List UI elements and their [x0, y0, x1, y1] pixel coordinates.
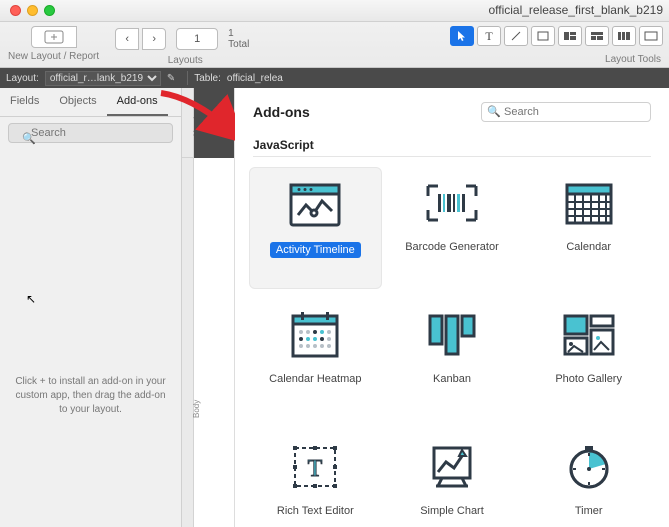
tab-objects[interactable]: Objects [49, 88, 106, 116]
addon-card-timer[interactable]: Timer [522, 431, 655, 527]
addon-label: Calendar [566, 241, 611, 253]
barcode-icon [424, 182, 480, 224]
shape-tool-button[interactable] [531, 26, 555, 46]
layout-a-button[interactable] [558, 26, 582, 46]
page-number-field[interactable]: 1 [176, 28, 218, 50]
addon-label: Photo Gallery [555, 373, 622, 385]
rich-text-icon: T [289, 442, 341, 492]
window-maximize-button[interactable] [44, 5, 55, 16]
layout-b-icon [590, 31, 604, 41]
layout-c-icon [617, 31, 631, 41]
inspector-panel: Fields Objects Add-ons 🔍 Click + to inst… [0, 88, 182, 527]
rect-icon [537, 31, 549, 41]
layout-b-button[interactable] [585, 26, 609, 46]
addons-empty-hint: Click + to install an add-on in your cus… [10, 375, 171, 417]
layout-d-icon [644, 31, 658, 41]
table-name: official_relea [227, 73, 283, 84]
pointer-icon [457, 30, 467, 42]
main-toolbar: New Layout / Report ‹ › 1 1 Total Layout… [0, 22, 669, 68]
body-part-label: Body [182, 158, 194, 527]
edit-layout-icon[interactable]: ✎ [167, 73, 175, 84]
header-part-label: Header [182, 88, 194, 158]
addon-card-activity-timeline[interactable]: Activity Timeline [249, 167, 382, 289]
search-icon: 🔍 [487, 105, 501, 118]
line-icon [510, 30, 522, 42]
page-total-label: Total [228, 39, 249, 50]
addon-label: Calendar Heatmap [269, 373, 361, 385]
text-icon: T [485, 29, 492, 44]
addon-label: Simple Chart [420, 505, 484, 517]
new-layout-label: New Layout / Report [8, 51, 99, 62]
svg-text:T: T [308, 456, 323, 482]
table-label: Table: [194, 73, 221, 84]
activity-timeline-icon [288, 179, 342, 229]
window-titlebar: official_release_first_blank_b219 [0, 0, 669, 22]
layout-info-bar: Layout: official_r…lank_b219 ✎ Table: of… [0, 68, 669, 88]
page-total: 1 Total [222, 26, 255, 52]
timer-icon [564, 442, 614, 492]
text-tool-button[interactable]: T [477, 26, 501, 46]
nav-prev-button[interactable]: ‹ [115, 28, 139, 50]
layout-d-button[interactable] [639, 26, 663, 46]
addon-label: Barcode Generator [405, 241, 499, 253]
addon-card-calendar-heatmap[interactable]: Calendar Heatmap [249, 299, 382, 421]
layout-tools-group: T [450, 26, 663, 46]
addons-search-input[interactable] [481, 102, 651, 122]
addon-label: Timer [575, 505, 603, 517]
simple-chart-icon [426, 442, 478, 492]
addon-card-rich-text-editor[interactable]: T Rich Text Editor [249, 431, 382, 527]
divider [187, 71, 188, 85]
layout-a-icon [563, 31, 577, 41]
calendar-heatmap-icon [289, 310, 341, 360]
window-minimize-button[interactable] [27, 5, 38, 16]
addon-card-simple-chart[interactable]: Simple Chart [386, 431, 519, 527]
header-part-area[interactable] [194, 88, 234, 158]
photo-gallery-icon [561, 312, 617, 358]
layout-c-button[interactable] [612, 26, 636, 46]
new-layout-button[interactable] [31, 26, 77, 48]
tab-addons[interactable]: Add-ons [107, 88, 168, 116]
layout-label: Layout: [6, 73, 39, 84]
kanban-icon [426, 312, 478, 358]
window-close-button[interactable] [10, 5, 21, 16]
page-total-number: 1 [228, 28, 249, 39]
nav-next-button[interactable]: › [142, 28, 166, 50]
tab-fields[interactable]: Fields [0, 88, 49, 116]
section-javascript-title: JavaScript [253, 138, 669, 152]
layout-tools-label: Layout Tools [605, 54, 661, 65]
addon-card-barcode-generator[interactable]: Barcode Generator [386, 167, 519, 289]
addon-label: Rich Text Editor [277, 505, 354, 517]
calendar-icon [564, 179, 614, 227]
addon-label: Kanban [433, 373, 471, 385]
plus-layout-icon [44, 30, 64, 44]
line-tool-button[interactable] [504, 26, 528, 46]
addons-gallery-panel: Add-ons 🔍 JavaScript Activity Timeline [235, 88, 669, 527]
body-part-text: Body [192, 400, 201, 418]
addons-title: Add-ons [253, 104, 310, 120]
addon-card-calendar[interactable]: Calendar [522, 167, 655, 289]
pointer-tool-button[interactable] [450, 26, 474, 46]
search-icon: 🔍 [22, 132, 36, 145]
window-title: official_release_first_blank_b219 [488, 3, 663, 17]
addon-card-kanban[interactable]: Kanban [386, 299, 519, 421]
layout-canvas[interactable]: Header Body [182, 88, 235, 527]
addon-label: Activity Timeline [270, 242, 361, 258]
addon-card-photo-gallery[interactable]: Photo Gallery [522, 299, 655, 421]
layouts-label: Layouts [168, 55, 203, 66]
layout-select[interactable]: official_r…lank_b219 [45, 71, 161, 86]
